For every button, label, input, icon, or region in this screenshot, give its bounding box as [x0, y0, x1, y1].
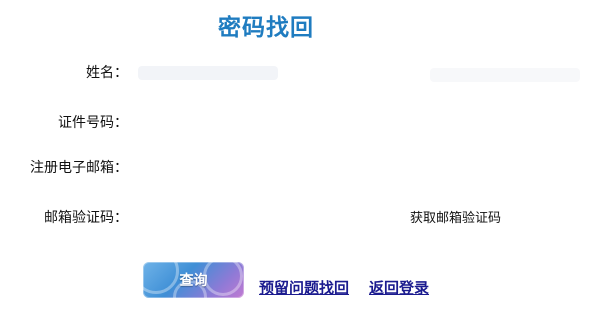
id-number-row: 证件号码：: [0, 108, 600, 134]
name-label: 姓名：: [86, 65, 128, 81]
email-label: 注册电子邮箱：: [30, 160, 128, 176]
email-row: 注册电子邮箱：: [0, 153, 600, 179]
email-code-input[interactable]: [132, 203, 340, 227]
page-title: 密码找回: [218, 15, 314, 41]
id-number-input[interactable]: [132, 108, 340, 132]
blurred-text-artifact: [430, 68, 580, 82]
email-code-row: 邮箱验证码： 获取邮箱验证码: [0, 203, 600, 229]
email-input[interactable]: [132, 153, 340, 177]
back-to-login-link[interactable]: 返回登录: [369, 277, 429, 298]
blurred-text-artifact: [138, 66, 278, 80]
email-code-label: 邮箱验证码：: [44, 210, 128, 226]
id-number-label: 证件号码：: [58, 115, 128, 131]
security-question-recovery-link[interactable]: 预留问题找回: [259, 277, 349, 298]
password-recovery-page: 密码找回 姓名： 证件号码： 注册电子邮箱： 邮箱验证码： 获取邮箱验证码 查询…: [0, 0, 600, 313]
get-email-code-button[interactable]: 获取邮箱验证码: [410, 207, 501, 226]
query-button-label: 查询: [179, 273, 208, 289]
name-row: 姓名：: [0, 58, 600, 84]
query-button[interactable]: 查询: [143, 262, 244, 298]
